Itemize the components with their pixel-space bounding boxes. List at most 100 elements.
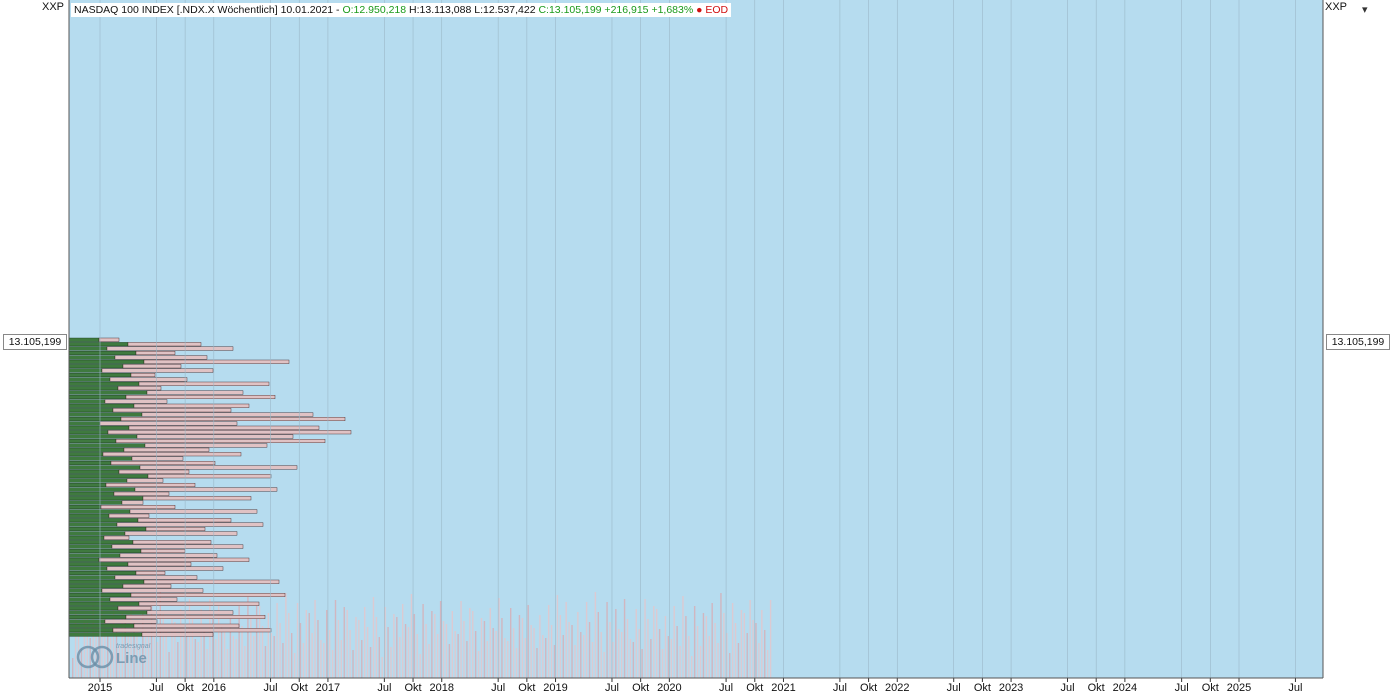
volume-profile-bar (102, 452, 242, 457)
volume-profile-bar (68, 439, 117, 444)
volume-bar (261, 626, 264, 678)
volume-profile-bar (133, 623, 240, 628)
x-tick-label: Jul (1175, 682, 1189, 694)
volume-profile-bar (109, 377, 188, 382)
volume-profile-bar (68, 478, 128, 483)
volume-bar (407, 627, 410, 678)
x-tick-label: Jul (947, 682, 961, 694)
volume-bar (434, 614, 436, 678)
volume-bar (574, 645, 576, 678)
current-price-tag-left: 13.105,199 (3, 334, 67, 350)
volume-bar (349, 630, 351, 678)
volume-bar (740, 610, 743, 678)
axis-label-right: XXP (1325, 1, 1348, 13)
volume-bar (749, 600, 751, 678)
volume-profile-bar (68, 623, 135, 628)
volume-bar (565, 602, 567, 678)
volume-bar (571, 625, 573, 678)
volume-bar (220, 626, 223, 678)
low-value: L:12.537,422 (474, 4, 536, 16)
volume-bar (366, 627, 369, 678)
volume-bar (714, 623, 716, 678)
volume-profile-bar (68, 346, 108, 351)
volume-profile-bar (129, 509, 258, 514)
volume-profile-bar (68, 601, 140, 606)
volume-profile-bar (125, 615, 266, 620)
volume-bar (545, 638, 547, 678)
volume-bar (559, 615, 562, 678)
volume-bar (337, 620, 340, 678)
volume-profile-bar (146, 390, 244, 395)
volume-bar (711, 603, 713, 678)
volume-bar (483, 621, 486, 678)
volume-bar (253, 636, 255, 678)
volume-profile-bar (68, 474, 149, 479)
volume-bar (323, 643, 325, 678)
volume-profile-bar (101, 368, 214, 373)
volume-profile-bar (68, 368, 103, 373)
volume-bar (612, 642, 614, 678)
volume-bar (463, 621, 465, 678)
volume-bar (299, 623, 302, 678)
volume-bar (445, 624, 448, 678)
volume-bar (723, 613, 725, 678)
volume-bar (591, 642, 594, 678)
volume-bar (758, 643, 760, 678)
volume-bar (737, 643, 740, 678)
volume-profile-bar (68, 597, 111, 602)
volume-bar (291, 633, 293, 678)
volume-profile-bar (123, 447, 210, 452)
volume-bar (369, 647, 372, 678)
volume-profile-bar (68, 535, 105, 540)
volume-bar (489, 608, 491, 678)
volume-bar (340, 640, 343, 678)
volume-bar (676, 626, 678, 678)
volume-bar (682, 596, 684, 678)
volume-bar (620, 632, 623, 678)
x-tick-label: Okt (746, 682, 763, 694)
volume-profile-bar (127, 562, 192, 567)
volume-bar (618, 629, 620, 678)
volume-bar (215, 639, 217, 678)
volume-bar (734, 623, 737, 678)
volume-bar (279, 623, 281, 678)
volume-profile-bar (68, 557, 100, 562)
volume-profile-bar (126, 478, 164, 483)
volume-profile-bar (122, 364, 182, 369)
volume-profile-bar (68, 500, 123, 505)
volume-bar (413, 614, 416, 678)
volume-bar (626, 619, 629, 678)
volume-bar (352, 650, 354, 678)
volume-profile-bar (144, 443, 268, 448)
volume-bar (720, 593, 722, 678)
volume-bar (699, 646, 702, 678)
volume-bar (232, 636, 234, 678)
volume-bar (495, 631, 497, 678)
volume-bar (615, 609, 617, 678)
volume-bar (688, 636, 690, 678)
volume-profile-bar (100, 505, 176, 510)
volume-bar (381, 657, 383, 678)
volume-bar (454, 631, 456, 678)
x-tick-label: Jul (264, 682, 278, 694)
volume-bar (603, 652, 605, 678)
volume-profile-bar (68, 483, 107, 488)
volume-profile-bar (110, 461, 216, 466)
price-chart[interactable]: 150,00% - 19991,447138,20% - 17873,85812… (0, 0, 1391, 696)
volume-bar (442, 621, 445, 678)
volume-bar (761, 610, 763, 678)
volume-profile-bar (68, 522, 118, 527)
volume-bar (180, 609, 182, 678)
volume-bar (343, 607, 345, 678)
volume-bar (583, 635, 585, 678)
volume-profile-bar (139, 465, 298, 470)
volume-bar (685, 616, 687, 678)
volume-bar (393, 614, 395, 678)
volume-bar (623, 599, 626, 678)
volume-profile-bar (68, 496, 144, 501)
volume-profile-bar (68, 399, 106, 404)
volume-bar (437, 634, 439, 678)
volume-profile-bar (68, 456, 133, 461)
expand-arrow-icon[interactable]: ▾ (1362, 3, 1368, 16)
volume-profile-bar (125, 395, 276, 400)
